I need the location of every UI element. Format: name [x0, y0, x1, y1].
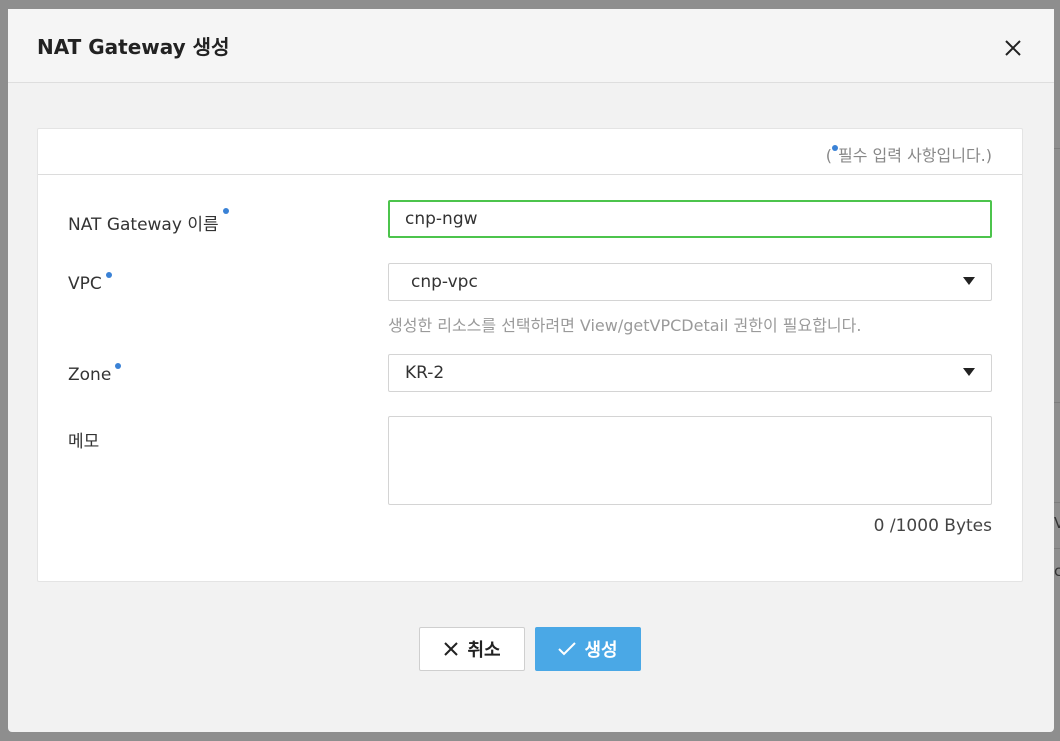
- backdrop-text: c: [1054, 562, 1060, 580]
- vpc-select-value: cnp-vpc: [411, 272, 478, 292]
- zone-label: Zone: [68, 363, 122, 385]
- form-panel: ( 필수 입력 사항입니다.) NAT Gateway 이름 cnp-ngw VP…: [37, 128, 1023, 582]
- required-note-text: 필수 입력 사항입니다.): [838, 146, 992, 165]
- create-button-label: 생성: [584, 640, 618, 661]
- required-dot-icon: [222, 208, 229, 214]
- vpc-select[interactable]: cnp-vpc: [388, 263, 992, 301]
- zone-label-text: Zone: [68, 365, 112, 385]
- backdrop-divider: [1054, 148, 1060, 149]
- nat-gateway-name-input[interactable]: cnp-ngw: [388, 200, 992, 238]
- backdrop-divider: [1054, 502, 1060, 503]
- backdrop-divider: [1054, 402, 1060, 403]
- memo-label: 메모: [68, 432, 100, 452]
- memo-byte-counter: 0 /1000 Bytes: [873, 516, 992, 536]
- vpc-label: VPC: [68, 272, 112, 294]
- check-icon: [558, 642, 577, 656]
- required-dot-icon: [105, 272, 112, 278]
- modal-header: NAT Gateway 생성: [8, 9, 1054, 83]
- create-button[interactable]: 생성: [535, 627, 641, 671]
- name-label-text: NAT Gateway 이름: [68, 215, 219, 235]
- required-note-prefix: (: [825, 146, 833, 165]
- nat-gateway-create-modal: NAT Gateway 생성 ( 필수 입력 사항입니다.) NAT Gatewa…: [8, 9, 1054, 732]
- cancel-button[interactable]: 취소: [419, 627, 525, 671]
- required-dot-icon: [115, 363, 122, 369]
- vpc-label-text: VPC: [68, 274, 102, 294]
- memo-textarea[interactable]: [388, 416, 992, 505]
- modal-title: NAT Gateway 생성: [37, 35, 230, 59]
- cancel-button-label: 취소: [467, 640, 501, 661]
- name-label: NAT Gateway 이름: [68, 208, 229, 235]
- backdrop-divider: [1054, 548, 1060, 549]
- backdrop-text: V: [1054, 514, 1060, 532]
- name-input-value: cnp-ngw: [405, 209, 478, 229]
- panel-header: ( 필수 입력 사항입니다.): [38, 129, 1022, 175]
- close-icon: [444, 642, 459, 656]
- zone-select-value: KR-2: [405, 363, 445, 383]
- zone-select[interactable]: KR-2: [388, 354, 992, 392]
- close-icon[interactable]: [1002, 37, 1024, 59]
- chevron-down-icon: [963, 368, 975, 376]
- chevron-down-icon: [963, 277, 975, 285]
- required-note: ( 필수 입력 사항입니다.): [826, 142, 992, 166]
- vpc-helper-text: 생성한 리소스를 선택하려면 View/getVPCDetail 권한이 필요합…: [388, 316, 862, 335]
